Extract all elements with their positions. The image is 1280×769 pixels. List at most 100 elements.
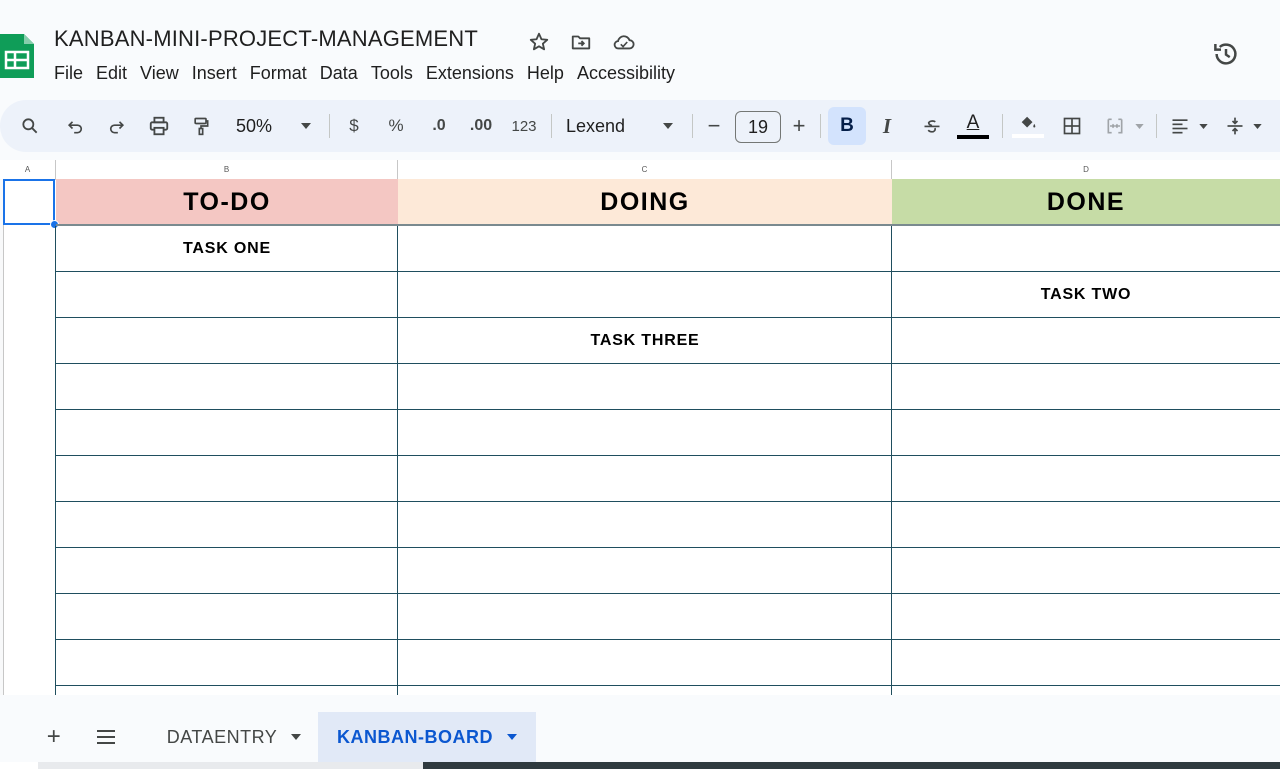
decrease-font-size-button[interactable]: −	[702, 100, 726, 152]
italic-button[interactable]: I	[874, 100, 900, 152]
version-history-icon[interactable]	[1208, 36, 1244, 72]
add-sheet-button[interactable]: +	[40, 712, 68, 762]
grid-cell[interactable]	[398, 548, 892, 594]
document-title[interactable]: KANBAN-MINI-PROJECT-MANAGEMENT	[54, 26, 478, 52]
menu-help[interactable]: Help	[527, 61, 575, 85]
menu-extensions[interactable]: Extensions	[426, 61, 525, 85]
cloud-status-icon[interactable]	[612, 30, 636, 54]
grid-cell[interactable]	[398, 272, 892, 318]
grid-cell[interactable]	[892, 226, 1280, 272]
borders-icon[interactable]	[1058, 100, 1086, 152]
menu-edit[interactable]: Edit	[96, 61, 138, 85]
grid-cell[interactable]: TASK THREE	[398, 318, 892, 364]
grid-cell[interactable]	[892, 456, 1280, 502]
bold-button[interactable]: B	[828, 107, 866, 145]
grid-cell[interactable]	[398, 410, 892, 456]
increase-decimal-button[interactable]: .00	[466, 100, 496, 152]
increase-font-size-button[interactable]: +	[787, 100, 811, 152]
column-header-a[interactable]: A	[0, 160, 56, 179]
grid-cell[interactable]	[398, 594, 892, 640]
grid-cell[interactable]	[892, 502, 1280, 548]
percent-format-button[interactable]: %	[384, 100, 408, 152]
header-cell-todo[interactable]: TO-DO	[56, 179, 398, 225]
paint-format-icon[interactable]	[186, 100, 216, 152]
menu-format[interactable]: Format	[250, 61, 318, 85]
zoom-dropdown-icon[interactable]	[296, 100, 316, 152]
grid-cell[interactable]	[398, 364, 892, 410]
selected-cell-a1[interactable]	[3, 179, 55, 225]
column-header-b[interactable]: B	[56, 160, 398, 179]
grid-cell[interactable]	[56, 594, 398, 640]
font-size-input[interactable]: 19	[735, 111, 781, 143]
grid-cell[interactable]	[892, 364, 1280, 410]
grid-cell[interactable]	[56, 640, 398, 686]
grid-cell[interactable]	[398, 226, 892, 272]
redo-icon[interactable]	[102, 100, 132, 152]
header-cell-done[interactable]: DONE	[892, 179, 1280, 225]
grid-cell[interactable]	[56, 456, 398, 502]
toolbar-divider	[692, 114, 693, 138]
grid-cell[interactable]	[398, 502, 892, 548]
zoom-select[interactable]: 50%	[228, 100, 280, 152]
sheet-tab-label: KANBAN-BOARD	[337, 726, 493, 747]
column-header-d[interactable]: D	[892, 160, 1280, 179]
title-bar: KANBAN-MINI-PROJECT-MANAGEMENT File Edit…	[0, 0, 1280, 100]
star-icon[interactable]	[527, 30, 551, 54]
horizontal-align-icon[interactable]	[1166, 100, 1194, 152]
strikethrough-icon[interactable]	[918, 100, 946, 152]
row-header-bar	[0, 179, 4, 695]
grid-cell[interactable]	[56, 410, 398, 456]
merge-dropdown-icon	[1132, 100, 1146, 152]
print-icon[interactable]	[144, 100, 174, 152]
menu-insert[interactable]: Insert	[192, 61, 248, 85]
sheets-logo-icon[interactable]	[0, 34, 34, 78]
vertical-align-icon[interactable]	[1222, 100, 1248, 152]
fill-color-icon[interactable]	[1010, 100, 1046, 152]
menu-data[interactable]: Data	[320, 61, 369, 85]
number-format-button[interactable]: 123	[508, 100, 540, 152]
column-header-c[interactable]: C	[398, 160, 892, 179]
grid-cell[interactable]	[398, 456, 892, 502]
text-color-button[interactable]: A	[956, 100, 990, 152]
grid-cell[interactable]	[56, 502, 398, 548]
grid-cell[interactable]	[892, 594, 1280, 640]
menu-tools[interactable]: Tools	[371, 61, 424, 85]
undo-icon[interactable]	[60, 100, 90, 152]
toolbar-divider	[1002, 114, 1003, 138]
currency-format-button[interactable]: $	[342, 100, 366, 152]
vertical-align-dropdown-icon[interactable]	[1250, 100, 1264, 152]
grid-cell[interactable]	[892, 640, 1280, 686]
toolbar-divider	[329, 114, 330, 138]
horizontal-scrollbar[interactable]	[0, 762, 1280, 769]
menu-accessibility[interactable]: Accessibility	[577, 61, 686, 85]
menu-view[interactable]: View	[140, 61, 190, 85]
search-menus-icon[interactable]	[14, 100, 46, 152]
all-sheets-menu-icon[interactable]	[92, 712, 120, 762]
grid-cell[interactable]	[56, 364, 398, 410]
sheet-tab-kanban-board[interactable]: KANBAN-BOARD	[318, 712, 536, 762]
grid-cell[interactable]: TASK TWO	[892, 272, 1280, 318]
sheet-tab-dataentry[interactable]: DATAENTRY	[150, 712, 318, 762]
grid-cell[interactable]	[56, 318, 398, 364]
scrollbar-thumb[interactable]	[38, 762, 423, 769]
grid-cell[interactable]: TASK ONE	[56, 226, 398, 272]
move-to-folder-icon[interactable]	[569, 30, 593, 54]
grid-cell[interactable]	[398, 640, 892, 686]
font-dropdown-icon[interactable]	[658, 100, 678, 152]
text-color-label: A	[966, 112, 980, 133]
horizontal-align-dropdown-icon[interactable]	[1196, 100, 1210, 152]
menu-file[interactable]: File	[54, 61, 94, 85]
sheet-tab-label: DATAENTRY	[166, 726, 278, 747]
decrease-decimal-button[interactable]: .0	[424, 100, 454, 152]
font-family-select[interactable]: Lexend	[566, 100, 640, 152]
grid-cell[interactable]	[892, 410, 1280, 456]
grid-cell[interactable]	[56, 548, 398, 594]
grid-cell[interactable]	[56, 272, 398, 318]
toolbar-divider	[820, 114, 821, 138]
chevron-down-icon	[507, 734, 517, 740]
spreadsheet-grid[interactable]: A B C D TO-DO DOING DONE TASK ONE TASK TW…	[0, 160, 1280, 695]
header-cell-doing[interactable]: DOING	[398, 179, 892, 225]
grid-cell[interactable]	[892, 318, 1280, 364]
toolbar-divider	[551, 114, 552, 138]
grid-cell[interactable]	[892, 548, 1280, 594]
